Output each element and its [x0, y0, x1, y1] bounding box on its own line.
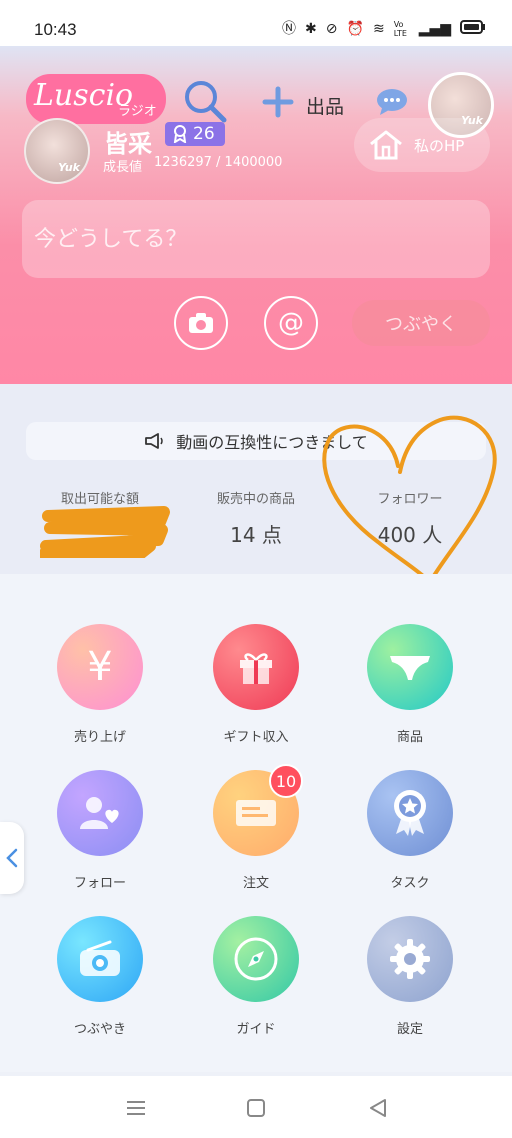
- user-name: 皆采: [104, 130, 152, 158]
- tweet-button[interactable]: つぶやく: [352, 300, 490, 346]
- menu-tweets[interactable]: つぶやき: [20, 916, 180, 1037]
- system-nav-bar: [0, 1076, 512, 1138]
- chat-icon[interactable]: [376, 88, 408, 116]
- growth-value: 1236297 / 1400000: [154, 155, 283, 170]
- underwear-icon: [367, 624, 453, 710]
- logo-subtext: ラジオ: [118, 104, 157, 119]
- camera-button[interactable]: [174, 296, 228, 350]
- bluetooth-icon: ✱: [305, 21, 317, 37]
- triangle-back-icon: [370, 1099, 386, 1117]
- menu-label: ギフト収入: [223, 730, 289, 745]
- search-icon[interactable]: [182, 78, 228, 124]
- menu-settings[interactable]: 設定: [330, 916, 490, 1037]
- signal-icon: ▂▄▆: [418, 21, 451, 37]
- side-drawer-tab[interactable]: [0, 822, 24, 894]
- rank-value: 26: [193, 124, 215, 144]
- wifi-icon: ≋: [372, 21, 385, 37]
- menu-orders[interactable]: 10 注文: [176, 764, 336, 891]
- chevron-left-icon: [6, 848, 18, 868]
- battery-icon: [460, 20, 486, 38]
- follow-heart-icon: [57, 770, 143, 856]
- post-item-button[interactable]: 出品: [306, 92, 344, 119]
- menu-lines-icon: [127, 1101, 145, 1115]
- megaphone-icon: [145, 433, 163, 449]
- gift-icon: [213, 624, 299, 710]
- status-time: 10:43: [34, 20, 77, 39]
- menu-label: 注文: [242, 876, 269, 891]
- menu-sales[interactable]: ¥ 売り上げ: [20, 624, 180, 745]
- avatar-watermark: Yuk: [58, 161, 80, 174]
- alarm-icon: ⏰: [346, 21, 364, 37]
- volte-icon: Vo LTE: [393, 20, 407, 38]
- my-homepage-label: 私のHP: [414, 136, 465, 155]
- my-homepage-button[interactable]: 私のHP: [354, 118, 490, 172]
- plus-icon[interactable]: [262, 86, 294, 118]
- compass-icon: [213, 916, 299, 1002]
- back-button[interactable]: [366, 1096, 390, 1120]
- radio-icon: [57, 916, 143, 1002]
- at-icon: @: [278, 308, 304, 338]
- status-input[interactable]: [22, 200, 490, 278]
- menu-label: フォロー: [73, 876, 126, 891]
- stat-value: 14 点: [230, 523, 282, 547]
- redaction-scribble: [40, 506, 170, 558]
- rank-badge: 26: [165, 122, 225, 146]
- status-icons: Ⓝ ✱ ⊘ ⏰ ≋ Vo LTE ▂▄▆: [282, 20, 486, 38]
- profile-avatar[interactable]: Yuk: [24, 118, 90, 184]
- order-count-badge: 10: [269, 764, 303, 798]
- menu-label: ガイド: [236, 1022, 276, 1037]
- home-button[interactable]: [244, 1096, 268, 1120]
- stat-label: 取出可能な額: [60, 492, 139, 507]
- menu-label: 設定: [396, 1022, 423, 1037]
- gear-icon: [367, 916, 453, 1002]
- stat-items-on-sale[interactable]: 販売中の商品 14 点: [176, 488, 336, 548]
- stat-label: 販売中の商品: [216, 492, 295, 507]
- order-ticket-icon: 10: [213, 764, 303, 856]
- growth-label: 成長値: [103, 160, 143, 175]
- recent-apps-button[interactable]: [124, 1096, 148, 1120]
- award-ribbon-icon: [367, 770, 453, 856]
- nfc-icon: Ⓝ: [282, 21, 297, 37]
- menu-label: つぶやき: [73, 1022, 126, 1037]
- menu-guide[interactable]: ガイド: [176, 916, 336, 1037]
- menu-products[interactable]: 商品: [330, 624, 490, 745]
- menu-gift-income[interactable]: ギフト収入: [176, 624, 336, 745]
- menu-label: タスク: [390, 876, 430, 891]
- menu-label: 売り上げ: [73, 730, 126, 745]
- vibrate-off-icon: ⊘: [325, 21, 338, 37]
- yen-glyph: ¥: [87, 644, 113, 690]
- camera-icon: [189, 313, 213, 333]
- home-icon: [370, 130, 402, 160]
- medal-icon: [173, 125, 187, 143]
- mention-button[interactable]: @: [264, 296, 318, 350]
- yen-icon: ¥: [57, 624, 143, 710]
- app-logo: Luscio ラジオ: [26, 74, 166, 124]
- menu-label: 商品: [396, 730, 423, 745]
- menu-tasks[interactable]: タスク: [330, 770, 490, 891]
- square-icon: [247, 1099, 265, 1117]
- menu-follow[interactable]: フォロー: [20, 770, 180, 891]
- heart-doodle: [322, 415, 497, 584]
- status-bar: 10:43 Ⓝ ✱ ⊘ ⏰ ≋ Vo LTE ▂▄▆: [0, 0, 512, 46]
